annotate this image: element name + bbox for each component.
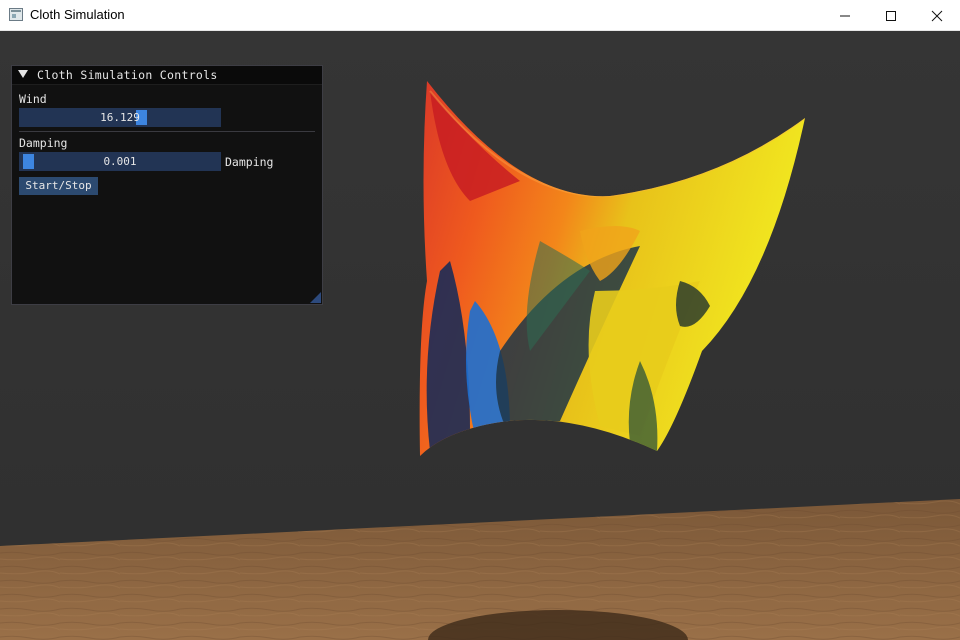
controls-panel[interactable]: Cloth Simulation Controls Wind 16.129 Da… [11, 65, 323, 305]
collapse-triangle-icon[interactable] [18, 70, 28, 78]
app-window-icon [9, 8, 23, 21]
separator [19, 131, 315, 132]
resize-grip-icon[interactable] [310, 292, 321, 303]
close-icon [931, 10, 943, 22]
title-bar[interactable]: Cloth Simulation [0, 0, 960, 31]
wind-label: Wind [19, 92, 47, 106]
start-stop-button[interactable]: Start/Stop [19, 177, 98, 195]
damping-side-label: Damping [225, 155, 274, 169]
maximize-icon [886, 11, 896, 21]
panel-header[interactable]: Cloth Simulation Controls [12, 66, 322, 85]
window-title: Cloth Simulation [30, 7, 125, 22]
panel-title: Cloth Simulation Controls [37, 68, 218, 82]
wind-value: 16.129 [100, 111, 140, 124]
3d-viewport[interactable]: Cloth Simulation Controls Wind 16.129 Da… [0, 31, 960, 640]
minimize-button[interactable] [822, 0, 868, 31]
close-button[interactable] [914, 0, 960, 31]
minimize-icon [840, 15, 850, 17]
damping-label: Damping [19, 136, 68, 150]
maximize-button[interactable] [868, 0, 914, 31]
damping-value: 0.001 [103, 155, 137, 168]
damping-slider[interactable]: 0.001 [19, 152, 221, 171]
app-window: Cloth Simulation Cloth Simulation Contro… [0, 0, 960, 640]
wind-slider[interactable]: 16.129 [19, 108, 221, 127]
